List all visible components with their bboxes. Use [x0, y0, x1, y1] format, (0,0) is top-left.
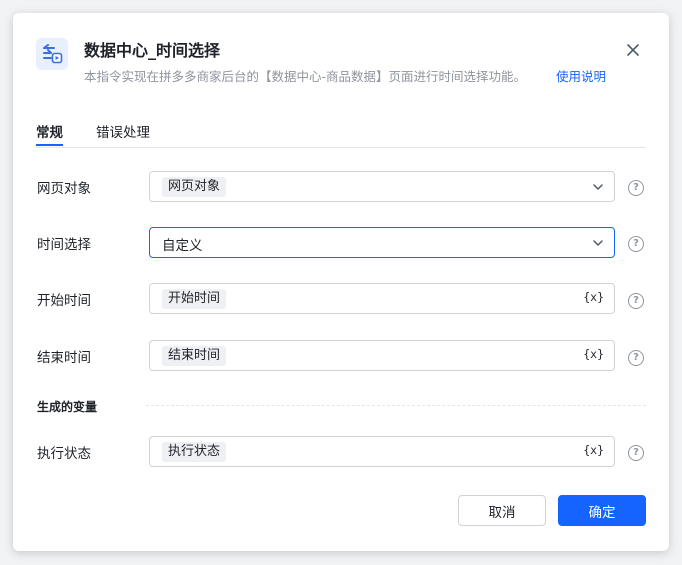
- help-link[interactable]: 使用说明: [556, 66, 606, 85]
- question-circle-icon[interactable]: ?: [628, 350, 644, 366]
- question-circle-icon[interactable]: ?: [628, 236, 644, 252]
- question-circle-icon[interactable]: ?: [628, 293, 644, 309]
- variable-insert-button[interactable]: {x}: [583, 347, 604, 361]
- dialog: 数据中心_时间选择 本指令实现在拼多多商家后台的【数据中心-商品数据】页面进行时…: [13, 13, 669, 551]
- start-time-chip: 开始时间: [162, 289, 227, 309]
- exec-status-label: 执行状态: [37, 446, 91, 462]
- start-time-input[interactable]: 开始时间 {x}: [149, 283, 615, 314]
- variable-insert-button[interactable]: {x}: [583, 443, 604, 457]
- exec-status-input[interactable]: 执行状态 {x}: [149, 436, 615, 467]
- time-select-dropdown[interactable]: 自定义: [149, 227, 615, 258]
- end-time-label: 结束时间: [37, 350, 91, 366]
- end-time-input[interactable]: 结束时间 {x}: [149, 340, 615, 371]
- time-select-value: 自定义: [162, 238, 203, 254]
- chevron-down-icon: [593, 240, 603, 247]
- question-circle-icon[interactable]: ?: [628, 180, 644, 196]
- start-time-label: 开始时间: [37, 293, 91, 309]
- web-object-select[interactable]: 网页对象: [149, 171, 615, 202]
- web-object-chip: 网页对象: [162, 177, 227, 197]
- tab-error-handling[interactable]: 错误处理: [96, 121, 150, 141]
- output-section-title: 生成的变量: [37, 400, 98, 414]
- data-center-logo-icon: [36, 38, 68, 70]
- time-select-label: 时间选择: [37, 237, 91, 253]
- question-circle-icon[interactable]: ?: [628, 445, 644, 461]
- close-icon[interactable]: [623, 40, 643, 60]
- tab-general[interactable]: 常规: [36, 121, 63, 146]
- section-divider: [146, 405, 646, 406]
- confirm-button[interactable]: 确定: [558, 495, 646, 526]
- tab-bar: 常规 错误处理: [36, 121, 646, 148]
- exec-status-chip: 执行状态: [162, 442, 227, 462]
- end-time-chip: 结束时间: [162, 346, 227, 366]
- dialog-description: 本指令实现在拼多多商家后台的【数据中心-商品数据】页面进行时间选择功能。: [84, 69, 527, 84]
- dialog-title: 数据中心_时间选择: [84, 41, 221, 60]
- chevron-down-icon: [593, 184, 603, 191]
- web-object-label: 网页对象: [37, 181, 91, 197]
- variable-insert-button[interactable]: {x}: [583, 290, 604, 304]
- cancel-button[interactable]: 取消: [458, 495, 546, 526]
